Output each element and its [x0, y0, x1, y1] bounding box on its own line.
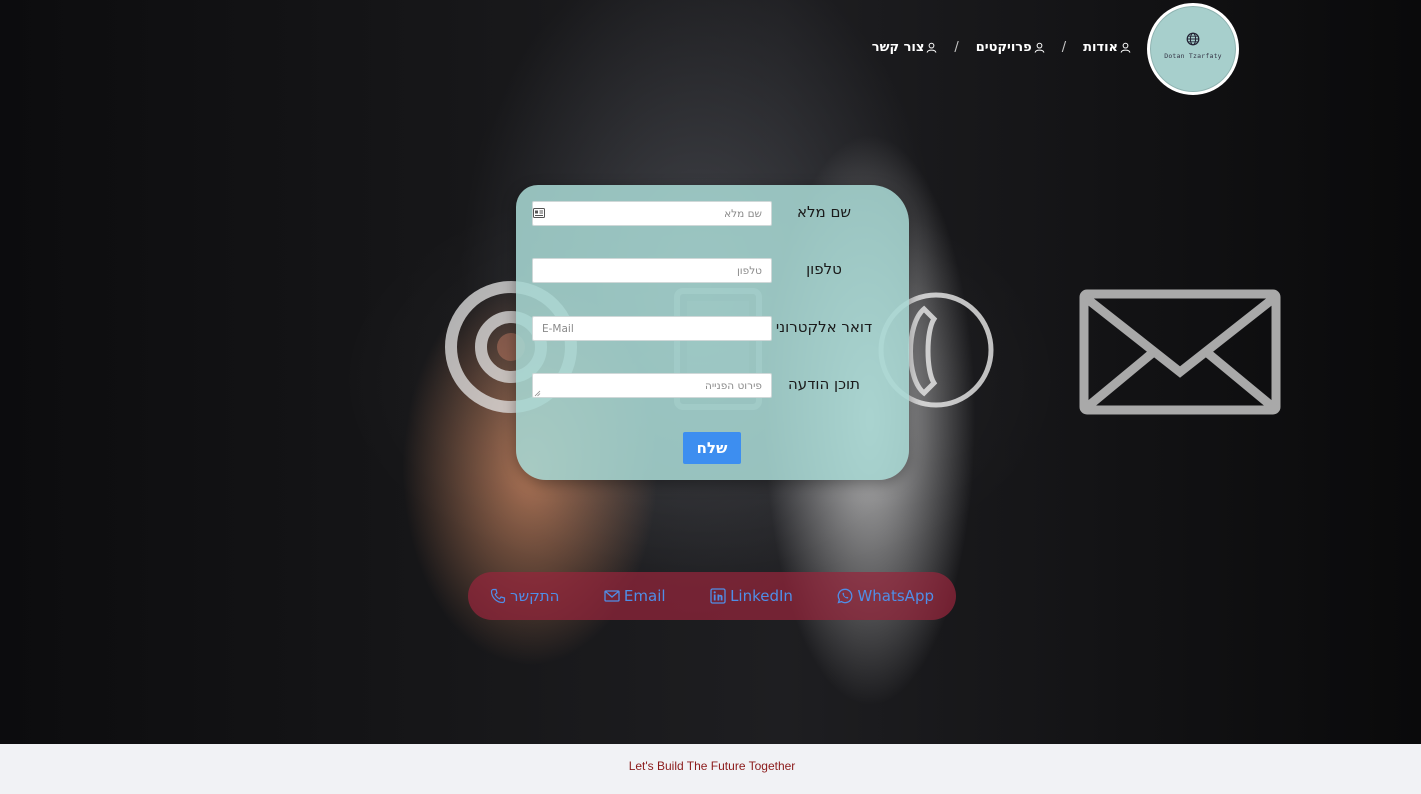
nav-item-projects[interactable]: פרויקטים [976, 40, 1045, 55]
email-link-label: Email [623, 587, 666, 605]
resize-handle-icon[interactable] [534, 390, 541, 397]
whatsapp-link-label: WhatsApp [857, 587, 934, 605]
site-footer: Let's Build The Future Together [0, 744, 1421, 794]
nav-item-label: אודות [1083, 40, 1118, 55]
nav-item-contact[interactable]: צור קשר [872, 40, 938, 55]
footer-text: Let's Build The Future Together [628, 759, 796, 773]
whatsapp-icon [837, 588, 853, 604]
envelope-icon [604, 590, 620, 602]
whatsapp-link[interactable]: WhatsApp [837, 587, 934, 605]
linkedin-link[interactable]: LinkedIn [710, 587, 793, 605]
email-link[interactable]: Email [604, 587, 666, 605]
linkedin-icon [710, 588, 726, 604]
site-logo[interactable]: Dotan Tzarfaty [1147, 3, 1239, 95]
user-icon [926, 42, 937, 53]
email-input[interactable] [532, 316, 772, 341]
form-row-full-name: שם מלא [516, 201, 909, 227]
phone-label: טלפון [806, 260, 842, 278]
user-icon [1034, 42, 1045, 53]
email-label: דואר אלקטרוני [775, 318, 873, 336]
call-link[interactable]: התקשר [490, 587, 559, 605]
nav-separator: / [1061, 40, 1067, 55]
phone-icon [490, 588, 506, 604]
main-nav: אודות / פרויקטים / צור קשר [872, 40, 1131, 55]
message-label: תוכן הודעה [788, 375, 860, 393]
nav-item-about[interactable]: אודות [1083, 40, 1131, 55]
full-name-label: שם מלא [796, 203, 852, 221]
form-row-phone: טלפון [516, 258, 909, 284]
id-card-icon [533, 208, 545, 218]
envelope-background-icon [1079, 289, 1281, 415]
message-textarea[interactable] [532, 373, 772, 398]
full-name-input[interactable] [532, 201, 772, 226]
globe-icon [1186, 32, 1200, 46]
user-icon [1120, 42, 1131, 53]
phone-input[interactable] [532, 258, 772, 283]
nav-item-label: צור קשר [871, 40, 925, 55]
submit-button[interactable]: שלח [683, 432, 741, 464]
nav-item-label: פרויקטים [975, 40, 1032, 55]
contact-form: שם מלא טלפון דואר אלקטרוני תוכן הודעה של… [516, 185, 909, 480]
call-link-label: התקשר [510, 587, 560, 605]
linkedin-link-label: LinkedIn [730, 587, 793, 605]
logo-text: Dotan Tzarfaty [1164, 52, 1222, 60]
form-row-message: תוכן הודעה [516, 373, 909, 399]
form-row-email: דואר אלקטרוני [516, 316, 909, 342]
nav-separator: / [954, 40, 959, 55]
contact-links-bar: התקשר Email LinkedIn WhatsApp [468, 572, 956, 620]
